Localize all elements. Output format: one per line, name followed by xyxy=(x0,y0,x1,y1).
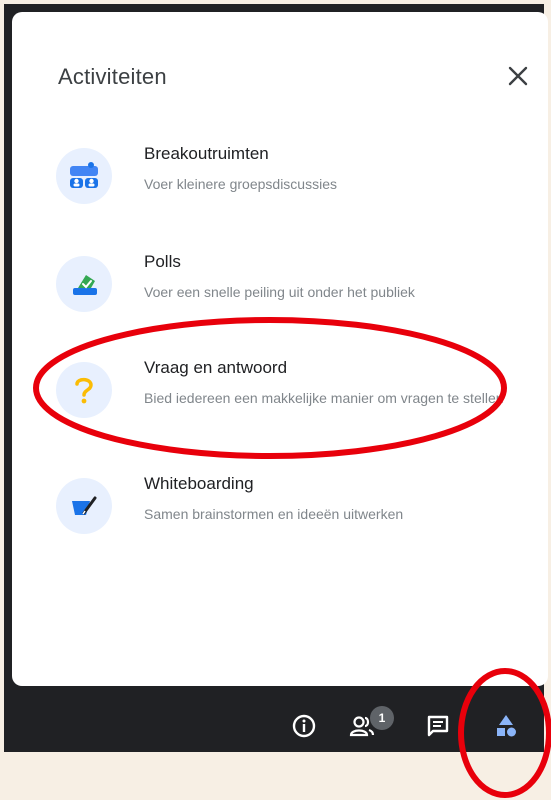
question-icon xyxy=(56,362,112,418)
activity-description: Voer kleinere groepsdiscussies xyxy=(144,176,337,192)
activities-icon xyxy=(497,715,516,737)
activity-description: Bied iedereen een makkelijke manier om v… xyxy=(144,390,504,406)
close-icon xyxy=(508,66,528,86)
activity-title: Vraag en antwoord xyxy=(144,358,288,377)
poll-icon xyxy=(56,256,112,312)
people-count-badge: 1 xyxy=(370,706,394,730)
meeting-info-button[interactable] xyxy=(284,706,324,746)
activity-title: Whiteboarding xyxy=(144,474,254,493)
activities-button[interactable] xyxy=(486,706,526,746)
panel-title: Activiteiten xyxy=(58,64,167,89)
activity-title: Breakoutruimten xyxy=(144,144,269,163)
breakout-rooms-icon xyxy=(56,148,112,204)
info-icon xyxy=(292,714,316,738)
activities-panel: Activiteiten Breakoutruimten Voer kleine… xyxy=(12,12,548,686)
chat-icon xyxy=(427,715,449,737)
activity-description: Voer een snelle peiling uit onder het pu… xyxy=(144,284,415,300)
whiteboard-icon xyxy=(56,478,112,534)
close-button[interactable] xyxy=(498,56,538,96)
activity-description: Samen brainstormen en ideeën uitwerken xyxy=(144,506,404,522)
activity-title: Polls xyxy=(144,252,181,271)
chat-button[interactable] xyxy=(418,706,458,746)
